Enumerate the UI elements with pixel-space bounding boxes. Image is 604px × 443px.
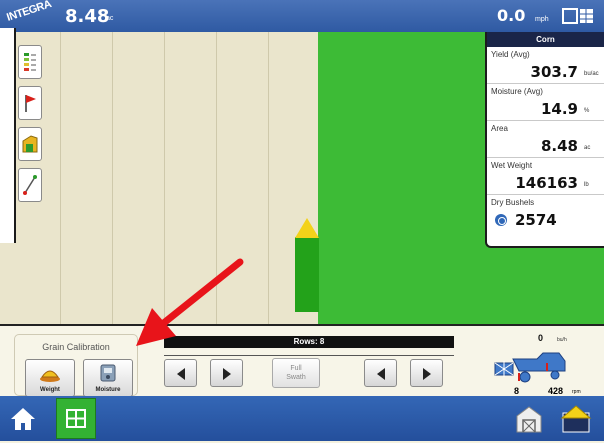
weight-scale-icon bbox=[40, 370, 60, 382]
wet-weight-label: Wet Weight bbox=[491, 161, 533, 170]
legend-button[interactable] bbox=[18, 45, 42, 79]
home-icon[interactable] bbox=[10, 406, 36, 432]
left-arrow-icon bbox=[377, 368, 385, 380]
moisture-value: 14.9 bbox=[540, 100, 578, 118]
map-grid-line bbox=[216, 32, 217, 324]
grid-icon bbox=[66, 409, 86, 428]
area-label: Area bbox=[491, 124, 508, 133]
guidance-line-icon bbox=[23, 175, 37, 195]
speed-unit: mph bbox=[535, 16, 549, 23]
legend-icon bbox=[24, 53, 36, 71]
narrow-left-button[interactable] bbox=[364, 359, 397, 387]
harvest-data-panel: Corn Yield (Avg) 303.7 bu/ac Moisture (A… bbox=[485, 32, 604, 248]
wet-weight-value: 146163 bbox=[515, 174, 578, 192]
full-swath-label-line1: Full bbox=[290, 365, 302, 372]
weight-label: Weight bbox=[40, 387, 60, 393]
yield-unit: bu/ac bbox=[584, 71, 599, 77]
rows-indicator: Rows: 8 bbox=[164, 336, 454, 348]
shift-right-button[interactable] bbox=[210, 359, 243, 387]
map-view-button[interactable] bbox=[56, 398, 96, 439]
dry-bushels-label: Dry Bushels bbox=[491, 198, 535, 207]
dry-bushels-readout: Dry Bushels 2574 bbox=[487, 195, 604, 232]
area-readout-unit: ac bbox=[584, 145, 591, 151]
bottom-nav-bar bbox=[0, 396, 604, 441]
crop-name: Corn bbox=[487, 32, 604, 47]
grain-flow-value: 0 bbox=[538, 333, 544, 343]
moisture-unit: % bbox=[584, 108, 590, 114]
map-grid-line bbox=[164, 32, 165, 324]
full-swath-label-line2: Swath bbox=[286, 374, 306, 381]
moisture-sensor-icon bbox=[100, 364, 116, 382]
area-value: 8.48 bbox=[65, 6, 110, 27]
area-unit: ac bbox=[106, 15, 114, 22]
moisture-calibration-button[interactable]: Moisture bbox=[83, 359, 133, 397]
bottom-control-bar: Grain Calibration Weight Moisture Rows: … bbox=[0, 324, 604, 397]
grain-calibration-group: Grain Calibration Weight Moisture bbox=[14, 334, 138, 397]
guidance-button[interactable] bbox=[18, 168, 42, 202]
warning-icon[interactable] bbox=[560, 404, 592, 434]
flag-icon bbox=[25, 95, 36, 112]
sync-icon[interactable] bbox=[495, 214, 507, 226]
grain-calibration-title: Grain Calibration bbox=[42, 342, 110, 352]
combine-harvester-icon[interactable] bbox=[493, 349, 569, 383]
left-toolbar-tab[interactable] bbox=[0, 28, 16, 243]
row-section-ticks bbox=[164, 350, 454, 356]
wet-weight-unit: lb bbox=[584, 182, 589, 188]
flag-button[interactable] bbox=[18, 86, 42, 120]
brand-logo: INTEGRA bbox=[5, 0, 53, 24]
dry-bushels-value: 2574 bbox=[515, 211, 557, 229]
display-layout-icon[interactable] bbox=[562, 8, 594, 24]
yield-label: Yield (Avg) bbox=[491, 50, 530, 59]
rpm-unit: rpm bbox=[572, 389, 581, 395]
shift-left-button[interactable] bbox=[164, 359, 197, 387]
top-status-bar: INTEGRA 8.48 ac 0.0 mph bbox=[0, 0, 604, 32]
narrow-right-button[interactable] bbox=[410, 359, 443, 387]
full-swath-button[interactable]: Full Swath bbox=[272, 358, 320, 388]
weight-calibration-button[interactable]: Weight bbox=[25, 359, 75, 397]
moisture-label: Moisture (Avg) bbox=[491, 87, 543, 96]
right-arrow-icon bbox=[423, 368, 431, 380]
yield-value: 303.7 bbox=[530, 63, 578, 81]
barn-icon[interactable] bbox=[514, 404, 544, 434]
moisture-readout: Moisture (Avg) 14.9 % bbox=[487, 84, 604, 121]
moisture-label: Moisture bbox=[95, 387, 121, 393]
field-boundary-button[interactable] bbox=[18, 127, 42, 161]
speed-value: 0.0 bbox=[497, 6, 526, 25]
map-grid-line bbox=[268, 32, 269, 324]
right-arrow-icon bbox=[223, 368, 231, 380]
rpm-value: 428 bbox=[548, 386, 564, 396]
vehicle-position-icon bbox=[295, 218, 319, 238]
wet-weight-readout: Wet Weight 146163 lb bbox=[487, 158, 604, 195]
area-readout-value: 8.48 bbox=[540, 137, 578, 155]
current-pass-coverage bbox=[295, 237, 319, 312]
combine-row-count: 8 bbox=[514, 386, 520, 396]
map-grid-line bbox=[60, 32, 61, 324]
map-grid-line bbox=[112, 32, 113, 324]
grain-flow-unit: bu/h bbox=[557, 337, 567, 343]
boundary-icon bbox=[22, 135, 38, 153]
left-arrow-icon bbox=[177, 368, 185, 380]
area-readout: Area 8.48 ac bbox=[487, 121, 604, 158]
yield-readout: Yield (Avg) 303.7 bu/ac bbox=[487, 47, 604, 84]
